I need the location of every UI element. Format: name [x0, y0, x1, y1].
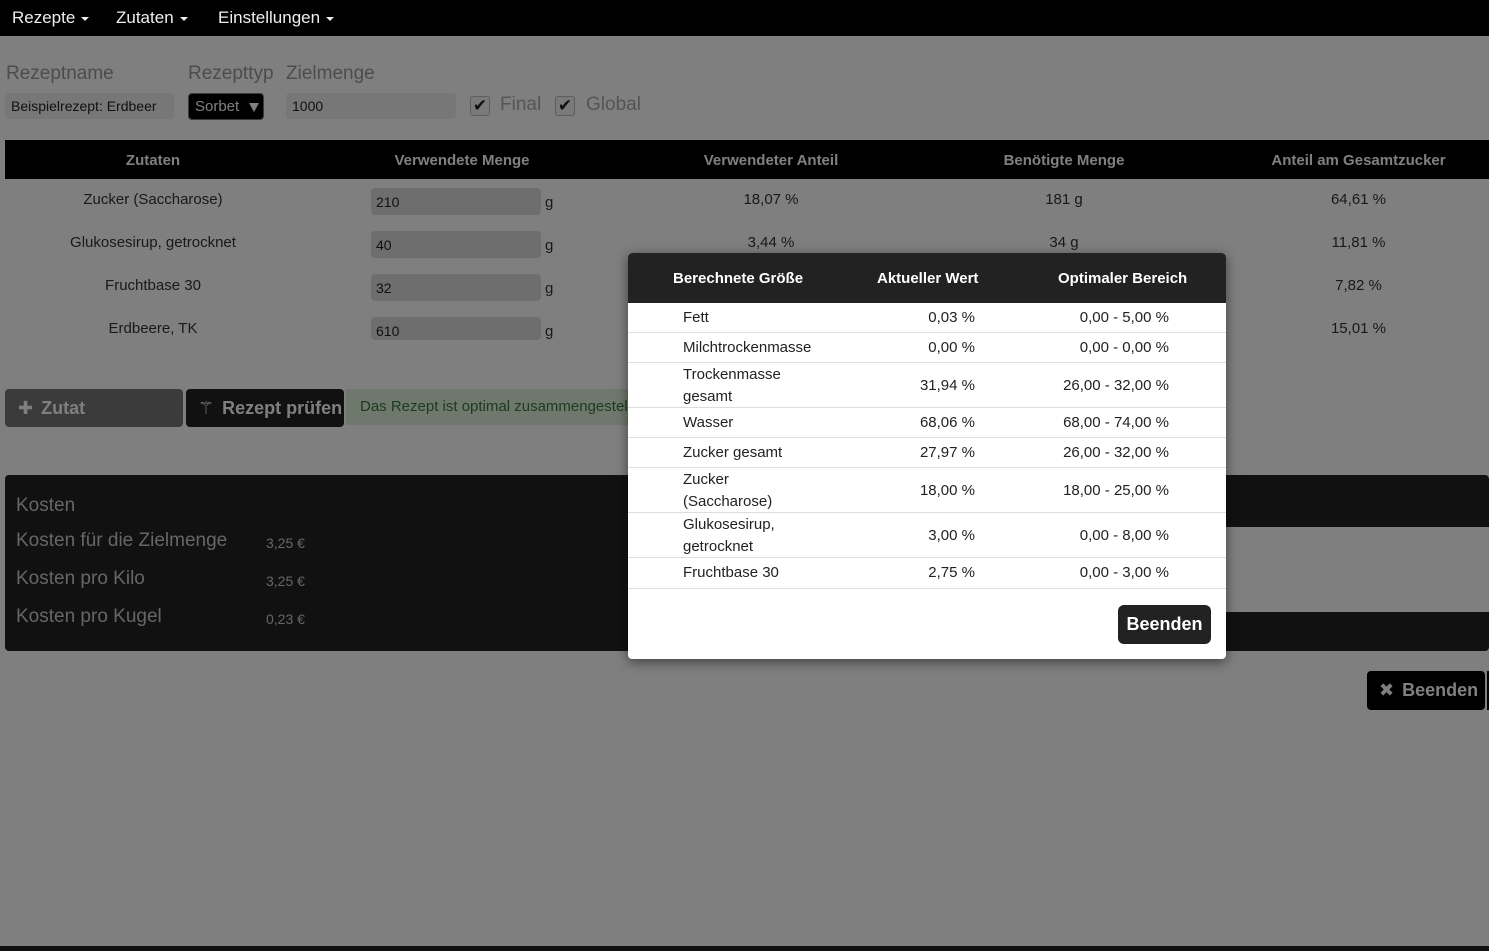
nav-rezepte[interactable]: Rezepte	[12, 0, 90, 36]
modal-table-row: Zucker (Saccharose) 18,00 % 18,00 - 25,0…	[628, 468, 1226, 513]
modal-row-label: Fett	[683, 309, 709, 326]
navbar: Rezepte Zutaten Einstellungen	[0, 0, 1489, 36]
modal-row-value: 68,06 %	[919, 414, 975, 431]
modal-table-row: Trockenmasse gesamt 31,94 % 26,00 - 32,0…	[628, 363, 1226, 408]
modal-col-header-groesse: Berechnete Größe	[673, 270, 804, 287]
modal-table-row: Wasser 68,06 % 68,00 - 74,00 %	[628, 408, 1226, 438]
nav-einstellungen-label: Einstellungen	[218, 8, 321, 27]
modal-table-row: Fett 0,03 % 0,00 - 5,00 %	[628, 303, 1226, 333]
modal-row-range: 26,00 - 32,00 %	[1063, 377, 1169, 394]
modal-row-label: Zucker (Saccharose)	[683, 471, 773, 510]
nav-zutaten-label: Zutaten	[116, 8, 174, 27]
modal-row-label: Wasser	[683, 414, 734, 431]
caret-down-icon	[179, 16, 188, 21]
modal-row-value: 3,00 %	[928, 527, 975, 544]
modal-row-range: 0,00 - 3,00 %	[1079, 564, 1169, 581]
modal-row-range: 26,00 - 32,00 %	[1063, 444, 1169, 461]
modal-row-label: Glukosesirup, getrocknet	[683, 516, 775, 555]
modal-row-label: Fruchtbase 30	[683, 564, 779, 581]
modal-table-header: Berechnete Größe Aktueller Wert Optimale…	[628, 253, 1226, 303]
modal-close-button[interactable]: Beenden	[1118, 605, 1211, 644]
modal-row-label: Milchtrockenmasse	[683, 339, 812, 356]
modal-row-range: 0,00 - 0,00 %	[1079, 339, 1169, 356]
modal-table-row: Glukosesirup, getrocknet 3,00 % 0,00 - 8…	[628, 513, 1226, 558]
modal-row-value: 2,75 %	[928, 564, 975, 581]
modal-row-value: 0,03 %	[928, 309, 975, 326]
modal-row-label: Zucker gesamt	[683, 444, 783, 461]
modal-table-row: Milchtrockenmasse 0,00 % 0,00 - 0,00 %	[628, 333, 1226, 363]
modal-row-range: 0,00 - 8,00 %	[1079, 527, 1169, 544]
modal-row-value: 18,00 %	[919, 482, 975, 499]
modal-row-range: 68,00 - 74,00 %	[1063, 414, 1169, 431]
nav-zutaten[interactable]: Zutaten	[116, 0, 188, 36]
modal-row-range: 0,00 - 5,00 %	[1079, 309, 1169, 326]
modal-row-value: 27,97 %	[919, 444, 975, 461]
nav-einstellungen[interactable]: Einstellungen	[218, 0, 335, 36]
modal-table-row: Fruchtbase 30 2,75 % 0,00 - 3,00 %	[628, 558, 1226, 589]
modal-table-row: Zucker gesamt 27,97 % 26,00 - 32,00 %	[628, 438, 1226, 468]
modal-col-header-optimaler-bereich: Optimaler Bereich	[1058, 270, 1188, 287]
modal-row-value: 31,94 %	[919, 377, 975, 394]
modal-row-label: Trockenmasse gesamt	[683, 366, 781, 405]
caret-down-icon	[81, 16, 90, 21]
nav-rezepte-label: Rezepte	[12, 8, 76, 27]
recipe-check-modal: Berechnete Größe Aktueller Wert Optimale…	[628, 253, 1226, 659]
modal-row-value: 0,00 %	[928, 339, 975, 356]
caret-down-icon	[326, 16, 335, 21]
modal-row-range: 18,00 - 25,00 %	[1063, 482, 1169, 499]
modal-col-header-aktueller-wert: Aktueller Wert	[877, 270, 979, 287]
bottom-strip	[0, 946, 1489, 951]
